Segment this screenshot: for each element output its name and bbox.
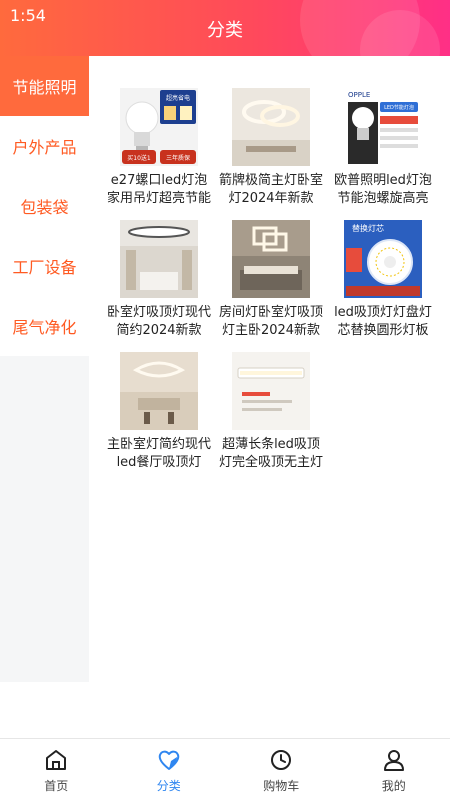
thumb-text: 超亮省电 [166,94,190,102]
tab-home[interactable]: 首页 [0,739,113,800]
person-icon [383,750,404,771]
product-content: 超亮省电 买10送1 三年质保 e27螺口led灯泡家用吊灯超亮节能 箭牌极简主… [89,56,450,738]
tab-category[interactable]: 分类 [113,739,226,800]
led-panel-module-image: 替换灯芯 [344,220,422,298]
product-card[interactable]: 房间灯卧室灯吸顶灯主卧2024新款 [215,220,327,352]
product-card[interactable]: OPPLE LED节能灯泡 欧普照明led灯泡节能泡螺旋高亮 [327,88,439,220]
product-grid: 超亮省电 买10送1 三年质保 e27螺口led灯泡家用吊灯超亮节能 箭牌极简主… [103,88,439,484]
product-card[interactable]: 超亮省电 买10送1 三年质保 e27螺口led灯泡家用吊灯超亮节能 [103,88,215,220]
sidebar-item-outdoor[interactable]: 户外产品 [0,116,89,176]
home-icon [46,750,67,770]
thumb-text: LED节能灯泡 [384,104,414,111]
product-name: 超薄长条led吸顶灯完全吸顶无主灯 [219,437,323,470]
sidebar-item-label: 包装袋 [20,198,69,217]
ceiling-ring-lamp-image [232,88,310,166]
sidebar-item-label: 户外产品 [12,138,77,157]
clock-icon [271,750,292,770]
tab-label: 我的 [381,779,406,793]
sidebar-item-energy-lighting[interactable]: 节能照明 [0,56,89,116]
sidebar-item-label: 尾气净化 [12,318,77,337]
opple-led-bulb-image: OPPLE LED节能灯泡 [344,88,422,166]
product-name: 卧室灯吸顶灯现代简约2024新款 [107,305,211,338]
product-card[interactable]: 替换灯芯 led吸顶灯灯盘灯芯替换圆形灯板 [327,220,439,352]
tab-label: 首页 [44,779,69,793]
product-card[interactable]: 箭牌极简主灯卧室灯2024年新款 [215,88,327,220]
product-name: 欧普照明led灯泡节能泡螺旋高亮 [334,173,432,206]
tab-mine[interactable]: 我的 [338,739,450,800]
dining-ceiling-light-image [120,352,198,430]
square-ceiling-light-image [232,220,310,298]
sidebar-item-label: 工厂设备 [12,258,77,277]
thumb-text: 三年质保 [166,154,190,162]
sidebar-item-label: 节能照明 [12,78,77,97]
product-name: e27螺口led灯泡家用吊灯超亮节能 [107,173,211,206]
tab-label: 购物车 [263,779,300,793]
page-title: 分类 [207,20,243,41]
tab-label: 分类 [156,779,181,793]
product-name: 主卧室灯简约现代led餐厅吸顶灯 [107,437,211,470]
thumb-text: 买10送1 [127,154,151,162]
sidebar-item-packaging[interactable]: 包装袋 [0,176,89,236]
thumb-text: 替换灯芯 [352,223,384,233]
product-card[interactable]: 卧室灯吸顶灯现代简约2024新款 [103,220,215,352]
slim-strip-light-image [232,352,310,430]
product-name: led吸顶灯灯盘灯芯替换圆形灯板 [334,305,432,338]
thumb-text: OPPLE [348,91,370,99]
bedroom-ceiling-light-image [120,220,198,298]
heart-icon [158,750,180,770]
sidebar-item-factory-equipment[interactable]: 工厂设备 [0,236,89,296]
product-card[interactable]: 超薄长条led吸顶灯完全吸顶无主灯 [215,352,327,484]
category-sidebar: 节能照明 户外产品 包装袋 工厂设备 尾气净化 [0,56,89,682]
bottom-tab-bar: 首页 分类 购物车 我的 [0,738,450,800]
tab-cart[interactable]: 购物车 [225,739,338,800]
product-name: 箭牌极简主灯卧室灯2024年新款 [219,173,323,206]
led-bulb-boxed-image: 超亮省电 买10送1 三年质保 [120,88,198,166]
product-card[interactable]: 主卧室灯简约现代led餐厅吸顶灯 [103,352,215,484]
product-name: 房间灯卧室灯吸顶灯主卧2024新款 [219,305,323,338]
header-bar: 1:54 分类 [0,0,450,56]
sidebar-item-exhaust-purification[interactable]: 尾气净化 [0,296,89,356]
